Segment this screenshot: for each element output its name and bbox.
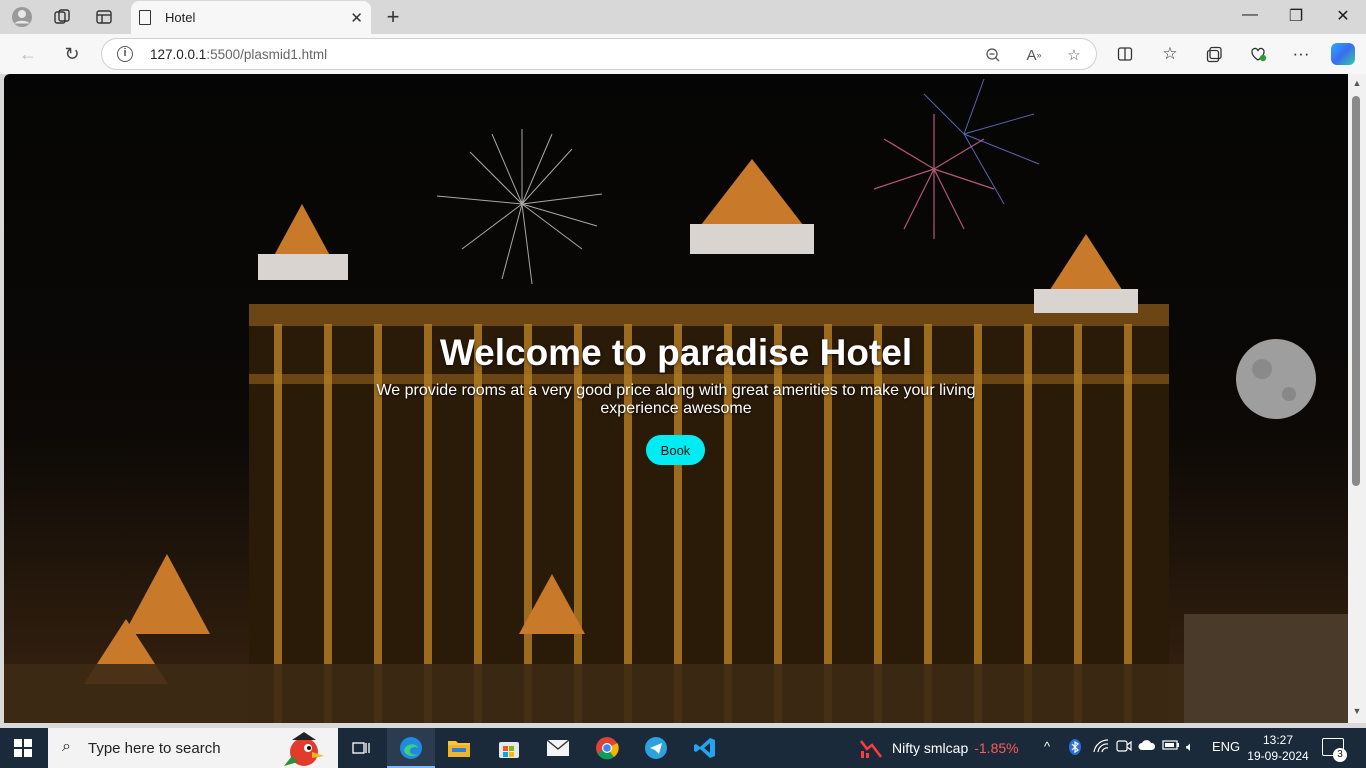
- more-menu-icon[interactable]: ···: [1288, 42, 1314, 66]
- onedrive-icon[interactable]: [1138, 739, 1156, 754]
- edge-icon[interactable]: [397, 734, 425, 762]
- browser-toolbar: ← ↻ i 127.0.0.1:5500/plasmid1.html A» ☆ …: [0, 34, 1366, 74]
- favorites-icon[interactable]: ☆: [1157, 42, 1183, 66]
- windows-start-icon[interactable]: [14, 739, 32, 757]
- scroll-up-icon[interactable]: ▲: [1350, 78, 1364, 88]
- workspaces-icon[interactable]: [48, 4, 76, 30]
- profile-icon[interactable]: [8, 4, 36, 30]
- new-tab-icon[interactable]: +: [381, 4, 405, 30]
- taskbar-search-box[interactable]: ⌕ Type here to search: [48, 728, 338, 768]
- vscode-icon[interactable]: [691, 734, 719, 762]
- hero-title: Welcome to paradise Hotel: [439, 332, 913, 373]
- collections-icon[interactable]: [1201, 42, 1227, 66]
- clock-time: 13:27: [1262, 733, 1294, 747]
- battery-icon[interactable]: [1162, 739, 1180, 754]
- windows-taskbar: ⌕ Type here to search Nifty smlcap -1.85%…: [0, 728, 1366, 768]
- scrollbar-thumb[interactable]: [1352, 96, 1360, 486]
- page-icon: [139, 10, 151, 25]
- task-view-icon[interactable]: [347, 734, 375, 762]
- language-indicator[interactable]: ENG: [1212, 739, 1240, 754]
- copilot-icon[interactable]: [1331, 43, 1355, 65]
- tab-hotel[interactable]: Hotel ✕: [131, 1, 371, 34]
- hero-section: Welcome to paradise Hotel We provide roo…: [4, 74, 1348, 723]
- volume-icon[interactable]: 🔈︎: [1186, 739, 1194, 755]
- notification-count-badge: 3: [1333, 748, 1347, 762]
- scroll-down-icon[interactable]: ▼: [1350, 706, 1364, 716]
- read-aloud-icon[interactable]: A»: [1023, 45, 1045, 65]
- hero-subtitle: We provide rooms at a very good price al…: [376, 382, 976, 417]
- system-clock[interactable]: 13:27 19-09-2024: [1246, 732, 1310, 764]
- file-explorer-icon[interactable]: [445, 734, 473, 762]
- stock-ticker[interactable]: Nifty smlcap -1.85%: [892, 740, 1019, 756]
- zoom-out-icon[interactable]: [982, 45, 1004, 65]
- url-text[interactable]: 127.0.0.1:5500/plasmid1.html: [150, 47, 327, 62]
- show-hidden-icons-icon[interactable]: ^: [1044, 739, 1050, 754]
- mail-icon[interactable]: [544, 734, 572, 762]
- tab-actions-icon[interactable]: [90, 4, 118, 30]
- telegram-icon[interactable]: [642, 734, 670, 762]
- back-icon[interactable]: ←: [15, 42, 41, 66]
- bluetooth-icon[interactable]: [1069, 739, 1081, 758]
- address-bar[interactable]: i 127.0.0.1:5500/plasmid1.html A» ☆: [101, 38, 1097, 70]
- refresh-icon[interactable]: ↻: [59, 42, 85, 66]
- book-button[interactable]: Book: [646, 435, 705, 465]
- search-placeholder: Type here to search: [88, 740, 221, 757]
- microsoft-store-icon[interactable]: [495, 734, 523, 762]
- tab-title: Hotel: [165, 10, 196, 25]
- network-icon[interactable]: [1093, 739, 1109, 756]
- browser-essentials-icon[interactable]: [1245, 42, 1271, 66]
- favorite-star-icon[interactable]: ☆: [1063, 45, 1085, 65]
- search-icon: ⌕: [62, 738, 71, 755]
- close-window-icon[interactable]: ✕: [1328, 6, 1358, 26]
- browser-tab-bar: Hotel ✕ + — ❐ ✕: [0, 0, 1366, 34]
- meet-now-icon[interactable]: [1116, 739, 1132, 756]
- clock-date: 19-09-2024: [1247, 749, 1309, 763]
- search-highlight-icon: [284, 732, 324, 766]
- restore-icon[interactable]: ❐: [1281, 6, 1311, 26]
- split-screen-icon[interactable]: [1112, 42, 1138, 66]
- minimize-icon[interactable]: —: [1235, 6, 1265, 24]
- stock-chart-icon: [858, 734, 886, 762]
- chrome-icon[interactable]: [593, 734, 621, 762]
- close-tab-icon[interactable]: ✕: [350, 9, 363, 27]
- page-viewport: Welcome to paradise Hotel We provide roo…: [4, 74, 1348, 723]
- site-info-icon[interactable]: i: [117, 46, 133, 62]
